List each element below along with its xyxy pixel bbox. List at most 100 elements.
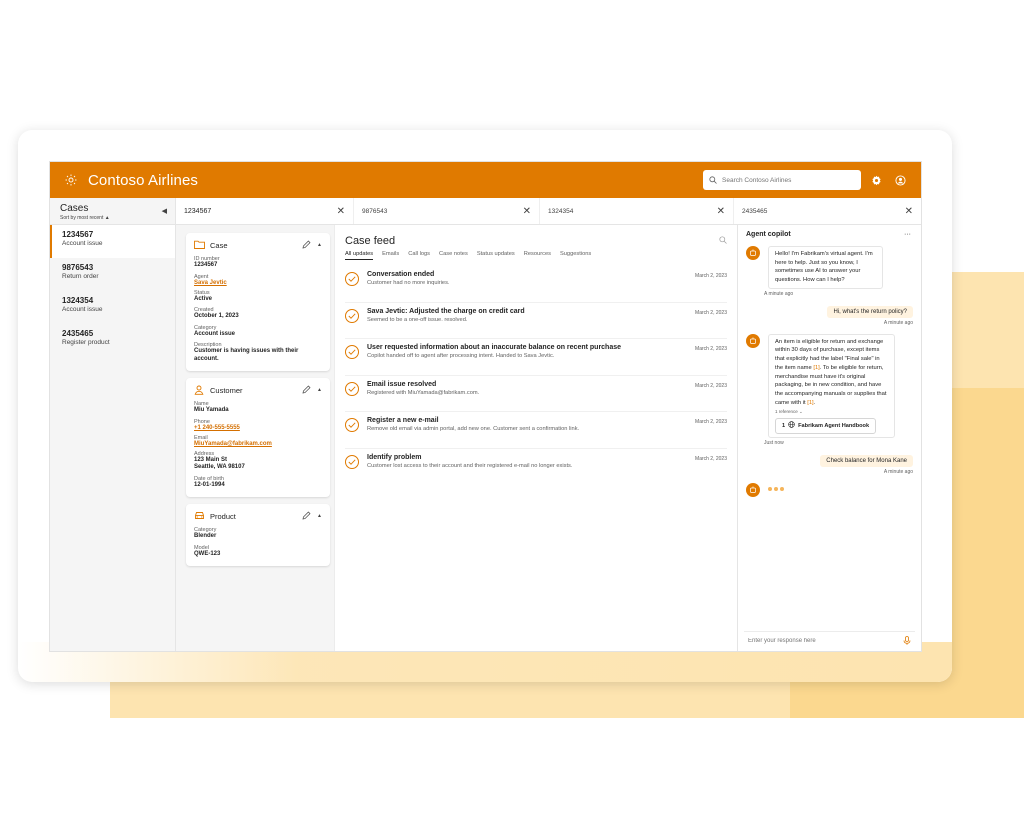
feed-item[interactable]: Register a new e-mail Remove old email vi… xyxy=(345,412,727,449)
message-text: Hi, what's the return policy? xyxy=(827,305,913,318)
app-header: Contoso Airlines xyxy=(50,162,921,198)
response-box[interactable] xyxy=(744,631,915,649)
feed-item[interactable]: Identify problem Customer lost access to … xyxy=(345,449,727,486)
collapse-card-icon[interactable]: ▲ xyxy=(317,513,322,519)
feed-item-date: March 2, 2023 xyxy=(695,346,727,352)
dob-value: 12-01-1994 xyxy=(194,481,225,488)
case-id-value: 1234567 xyxy=(194,262,218,268)
message-bubble: An item is eligible for return and excha… xyxy=(768,333,895,439)
collapse-card-icon[interactable]: ▲ xyxy=(317,242,322,248)
case-type: Account issue xyxy=(62,306,103,313)
edit-icon[interactable] xyxy=(302,240,312,250)
tab-case-2435465[interactable]: 2435465 ✕ xyxy=(734,198,921,224)
customer-card: Customer ▲ Name Miu Yamada Phone +1 240-… xyxy=(186,378,330,497)
tab-suggestions[interactable]: Suggestions xyxy=(560,251,591,260)
feed-item-date: March 2, 2023 xyxy=(695,419,727,425)
cases-list: 1234567 Account issue 9876543 Return ord… xyxy=(50,225,176,651)
close-icon[interactable]: ✕ xyxy=(717,206,725,217)
typing-indicator xyxy=(768,487,784,492)
tab-all-updates[interactable]: All updates xyxy=(345,251,374,260)
check-circle-icon xyxy=(345,308,359,323)
collapse-card-icon[interactable]: ▲ xyxy=(317,387,322,393)
feed-item-desc: Registered with MiuYamada@fabrikam.com. xyxy=(367,389,480,396)
gear-icon[interactable] xyxy=(867,171,885,189)
search-input[interactable] xyxy=(722,176,852,184)
response-input[interactable] xyxy=(748,637,888,644)
phone-link[interactable]: +1 240-555-5555 xyxy=(194,425,322,431)
feed-item-title: Conversation ended xyxy=(367,271,435,278)
message-timestamp: A minute ago xyxy=(764,290,794,297)
bot-avatar-icon xyxy=(746,483,760,498)
references-toggle[interactable]: 1 reference ⌄ xyxy=(775,409,888,416)
case-feed: Case feed All updates Emails Call logs C… xyxy=(334,225,738,651)
case-list-item[interactable]: 1234567 Account issue xyxy=(50,225,175,258)
feed-item[interactable]: Sava Jevtic: Adjusted the charge on cred… xyxy=(345,303,727,339)
tab-case-9876543[interactable]: 9876543 ✕ xyxy=(354,198,540,224)
check-circle-icon xyxy=(345,272,359,286)
bot-avatar-icon xyxy=(746,246,760,260)
feed-item-title: User requested information about an inac… xyxy=(367,344,622,351)
reference-chip[interactable]: 1 Fabrikam Agent Handbook xyxy=(775,418,877,435)
check-circle-icon xyxy=(345,381,359,396)
search-icon[interactable] xyxy=(719,235,727,247)
tab-emails[interactable]: Emails xyxy=(382,251,399,260)
customer-name: Miu Yamada xyxy=(194,407,229,413)
tab-case-1234567[interactable]: 1234567 ✕ xyxy=(176,198,354,224)
feed-item[interactable]: User requested information about an inac… xyxy=(345,339,727,376)
close-icon[interactable]: ✕ xyxy=(905,206,913,217)
case-list-item[interactable]: 1324354 Account issue xyxy=(50,291,175,324)
case-card: Case ▲ ID number 1234567 Agent Sava Jevt… xyxy=(186,233,330,371)
case-list-item[interactable]: 9876543 Return order xyxy=(50,258,175,291)
feed-item-desc: Customer lost access to their account an… xyxy=(367,462,573,469)
edit-icon[interactable] xyxy=(302,511,312,521)
feed-item-desc: Customer had no more inquiries. xyxy=(367,280,450,286)
more-options-icon[interactable]: ··· xyxy=(904,231,911,238)
chevron-down-icon: ⌄ xyxy=(799,409,803,415)
feed-item[interactable]: Conversation ended Customer had no more i… xyxy=(345,266,727,303)
tab-label: 1234567 xyxy=(184,207,212,215)
feed-item[interactable]: Email issue resolved Registered with MiuY… xyxy=(345,376,727,412)
folder-icon xyxy=(194,240,206,250)
feed-item-desc: Copilot handed off to agent after proces… xyxy=(367,353,555,359)
feed-item-title: Sava Jevtic: Adjusted the charge on cred… xyxy=(367,307,525,315)
user-message: Check balance for Mona Kane xyxy=(738,455,921,468)
reference-title: Fabrikam Agent Handbook xyxy=(798,423,870,429)
account-icon[interactable] xyxy=(891,171,909,189)
tab-label: 1324354 xyxy=(548,207,574,215)
feed-title: Case feed xyxy=(345,235,396,247)
tab-case-notes[interactable]: Case notes xyxy=(439,251,468,260)
case-type: Return order xyxy=(62,273,99,280)
tab-resources[interactable]: Resources xyxy=(524,251,551,260)
search-icon xyxy=(709,171,717,189)
close-icon[interactable]: ✕ xyxy=(337,206,345,217)
sun-icon xyxy=(62,171,80,189)
feed-item-date: March 2, 2023 xyxy=(695,455,727,462)
collapse-icon[interactable]: ◀ xyxy=(162,207,167,215)
bot-message: An item is eligible for return and excha… xyxy=(738,333,921,439)
search-box[interactable] xyxy=(703,170,861,190)
feed-item-title: Register a new e-mail xyxy=(367,417,439,424)
email-link[interactable]: MiuYamada@fabrikam.com xyxy=(194,441,322,447)
details-panel: Case ▲ ID number 1234567 Agent Sava Jevt… xyxy=(176,225,334,651)
case-id: 2435465 xyxy=(62,329,94,338)
copilot-panel: Agent copilot ··· Hello! I'm Fabrikam's … xyxy=(738,225,921,651)
feed-item-date: March 2, 2023 xyxy=(695,309,727,316)
sort-dropdown[interactable]: Sort by most recent ▲ xyxy=(60,215,165,221)
case-list-item[interactable]: 2435465 Register product xyxy=(50,324,175,357)
microphone-icon[interactable] xyxy=(903,632,911,650)
tab-status-updates[interactable]: Status updates xyxy=(477,251,515,260)
card-title: Customer xyxy=(210,385,243,395)
close-icon[interactable]: ✕ xyxy=(523,206,531,217)
tab-call-logs[interactable]: Call logs xyxy=(408,251,430,260)
edit-icon[interactable] xyxy=(302,385,312,395)
card-title: Case xyxy=(210,240,228,250)
status-value: Active xyxy=(194,295,213,302)
cases-header: Cases Sort by most recent ▲ ◀ xyxy=(50,198,176,224)
case-type: Account issue xyxy=(62,240,103,247)
feed-item-date: March 2, 2023 xyxy=(695,273,727,279)
category-value: Account issue xyxy=(194,330,236,337)
cases-title: Cases xyxy=(60,203,89,214)
agent-link[interactable]: Sava Jevtic xyxy=(194,280,322,286)
tab-case-1324354[interactable]: 1324354 ✕ xyxy=(540,198,734,224)
feed-item-date: March 2, 2023 xyxy=(695,382,727,389)
